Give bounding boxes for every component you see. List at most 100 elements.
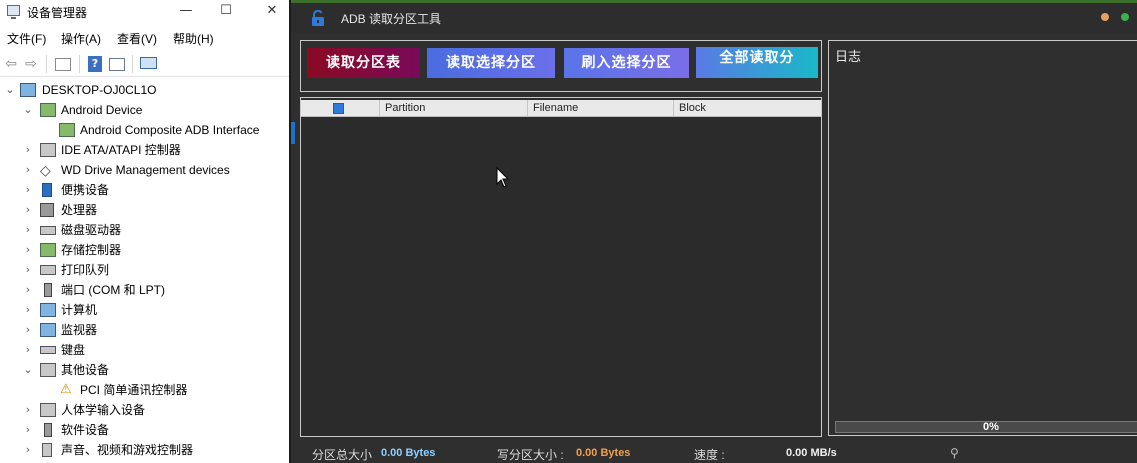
menu-action[interactable]: 操作(A) bbox=[61, 30, 101, 47]
user-icon[interactable]: ⚲ bbox=[950, 446, 959, 460]
ide-controller-icon bbox=[40, 143, 56, 157]
tree-item-label: 磁盘驱动器 bbox=[61, 223, 122, 237]
chevron-down-icon[interactable]: ⌄ bbox=[22, 360, 34, 380]
device-manager-titlebar: 设备管理器 — ☐ ✕ bbox=[0, 0, 289, 24]
chevron-right-icon[interactable]: › bbox=[22, 300, 34, 320]
tree-item-label: 监视器 bbox=[61, 323, 98, 337]
hid-icon bbox=[40, 403, 56, 417]
tree-item-pci[interactable]: ⚠ PCI 简单通讯控制器 bbox=[0, 380, 289, 400]
table-header: Partition Filename Block bbox=[301, 100, 821, 117]
storage-controller-icon bbox=[40, 243, 56, 257]
keyboard-icon bbox=[40, 346, 56, 354]
header-filename[interactable]: Filename bbox=[527, 100, 673, 117]
tree-item-label: IDE ATA/ATAPI 控制器 bbox=[61, 143, 181, 157]
select-all-checkbox[interactable] bbox=[333, 103, 344, 114]
tree-item-label: Android Composite ADB Interface bbox=[80, 123, 260, 137]
tree-item-sound[interactable]: › 声音、视频和游戏控制器 bbox=[0, 440, 289, 460]
minimize-button[interactable]: — bbox=[176, 2, 196, 20]
sound-icon bbox=[42, 443, 52, 457]
back-arrow-icon[interactable]: ⇦ bbox=[3, 56, 19, 72]
maximize-dot-button[interactable] bbox=[1121, 13, 1129, 21]
close-button[interactable]: ✕ bbox=[262, 2, 282, 20]
portable-device-icon bbox=[42, 183, 52, 197]
window-title: 设备管理器 bbox=[27, 6, 88, 20]
tree-root[interactable]: ⌄ DESKTOP-OJ0CL1O bbox=[0, 80, 289, 100]
chevron-right-icon[interactable]: › bbox=[22, 140, 34, 160]
chevron-right-icon[interactable]: › bbox=[22, 260, 34, 280]
tree-item-label: 软件设备 bbox=[61, 423, 110, 437]
tree-item-label: 处理器 bbox=[61, 203, 98, 217]
tree-item-software[interactable]: › 软件设备 bbox=[0, 420, 289, 440]
toolbar: ⇦ ⇨ ? bbox=[0, 51, 289, 77]
read-partition-table-button[interactable]: 读取分区表 bbox=[307, 48, 420, 78]
forward-arrow-icon[interactable]: ⇨ bbox=[23, 56, 39, 72]
chevron-right-icon[interactable]: › bbox=[22, 240, 34, 260]
write-size-value: 0.00 Bytes bbox=[576, 447, 631, 459]
tree-item-label: Android Device bbox=[61, 103, 143, 117]
tree-item-label: 计算机 bbox=[61, 303, 98, 317]
status-bar: 分区总大小 0.00 Bytes 写分区大小 : 0.00 Bytes 速度 :… bbox=[291, 443, 1137, 463]
tree-item-wd[interactable]: › ◇ WD Drive Management devices bbox=[0, 160, 289, 180]
minimize-dot-button[interactable] bbox=[1101, 13, 1109, 21]
help-icon[interactable]: ? bbox=[88, 56, 102, 72]
tree-item-label: PCI 简单通讯控制器 bbox=[80, 383, 188, 397]
tree-item-processor[interactable]: › 处理器 bbox=[0, 200, 289, 220]
header-partition[interactable]: Partition bbox=[379, 100, 527, 117]
unlock-icon bbox=[312, 10, 324, 26]
tree-item-computer[interactable]: › 计算机 bbox=[0, 300, 289, 320]
mouse-cursor-icon bbox=[496, 167, 510, 188]
tree-item-other-devices[interactable]: ⌄ 其他设备 bbox=[0, 360, 289, 380]
tree-item-label: 存储控制器 bbox=[61, 243, 122, 257]
chevron-right-icon[interactable]: › bbox=[22, 340, 34, 360]
tree-item-printer[interactable]: › 打印队列 bbox=[0, 260, 289, 280]
chevron-right-icon[interactable]: › bbox=[22, 400, 34, 420]
tree-item-ide[interactable]: › IDE ATA/ATAPI 控制器 bbox=[0, 140, 289, 160]
adb-titlebar: ADB 读取分区工具 bbox=[291, 3, 1137, 33]
chevron-down-icon[interactable]: ⌄ bbox=[22, 100, 34, 120]
tree-item-port[interactable]: › 端口 (COM 和 LPT) bbox=[0, 280, 289, 300]
chevron-right-icon[interactable]: › bbox=[22, 200, 34, 220]
chevron-right-icon[interactable]: › bbox=[22, 160, 34, 180]
tree-item-keyboard[interactable]: › 键盘 bbox=[0, 340, 289, 360]
progress-bar: 0% bbox=[835, 421, 1137, 433]
view-icon[interactable] bbox=[109, 58, 125, 71]
tree-item-label: WD Drive Management devices bbox=[61, 163, 230, 177]
tree-item-portable[interactable]: › 便携设备 bbox=[0, 180, 289, 200]
partition-size-label: 分区总大小 bbox=[312, 448, 373, 462]
tree-item-monitor[interactable]: › 监视器 bbox=[0, 320, 289, 340]
header-block[interactable]: Block bbox=[673, 100, 821, 117]
printer-icon bbox=[40, 265, 56, 275]
read-all-partitions-button[interactable]: 全部读取分 bbox=[696, 47, 818, 78]
tree-item-storage[interactable]: › 存储控制器 bbox=[0, 240, 289, 260]
properties-icon[interactable] bbox=[55, 58, 71, 71]
menu-file[interactable]: 文件(F) bbox=[7, 30, 46, 47]
read-selected-partition-button[interactable]: 读取选择分区 bbox=[427, 48, 555, 78]
tree-item-android-device[interactable]: ⌄ Android Device bbox=[0, 100, 289, 120]
tree-item-disk[interactable]: › 磁盘驱动器 bbox=[0, 220, 289, 240]
adb-window-title: ADB 读取分区工具 bbox=[341, 12, 442, 26]
flash-selected-partition-button[interactable]: 刷入选择分区 bbox=[564, 48, 689, 78]
tree-item-adb-interface[interactable]: Android Composite ADB Interface bbox=[0, 120, 289, 140]
device-manager-app-icon bbox=[7, 5, 20, 19]
chevron-right-icon[interactable]: › bbox=[22, 220, 34, 240]
tree-item-hid[interactable]: › 人体学输入设备 bbox=[0, 400, 289, 420]
chevron-right-icon[interactable]: › bbox=[22, 440, 34, 460]
tree-item-label: 声音、视频和游戏控制器 bbox=[61, 443, 194, 457]
device-manager-window: 设备管理器 — ☐ ✕ 文件(F) 操作(A) 查看(V) 帮助(H) ⇦ ⇨ … bbox=[0, 0, 289, 463]
selection-accent-bar bbox=[291, 122, 295, 144]
menu-view[interactable]: 查看(V) bbox=[117, 30, 157, 47]
tree-item-label: 其他设备 bbox=[61, 363, 110, 377]
chevron-right-icon[interactable]: › bbox=[22, 280, 34, 300]
tree-item-label: 便携设备 bbox=[61, 183, 110, 197]
chevron-right-icon[interactable]: › bbox=[22, 180, 34, 200]
monitor-icon[interactable] bbox=[140, 57, 157, 69]
adb-interface-icon bbox=[59, 123, 75, 137]
chevron-right-icon[interactable]: › bbox=[22, 320, 34, 340]
partition-table: Partition Filename Block bbox=[300, 97, 822, 437]
processor-icon bbox=[40, 203, 54, 217]
menu-help[interactable]: 帮助(H) bbox=[173, 30, 214, 47]
software-device-icon bbox=[44, 423, 52, 437]
chevron-right-icon[interactable]: › bbox=[22, 420, 34, 440]
maximize-button[interactable]: ☐ bbox=[216, 2, 236, 20]
chevron-down-icon[interactable]: ⌄ bbox=[4, 80, 16, 100]
